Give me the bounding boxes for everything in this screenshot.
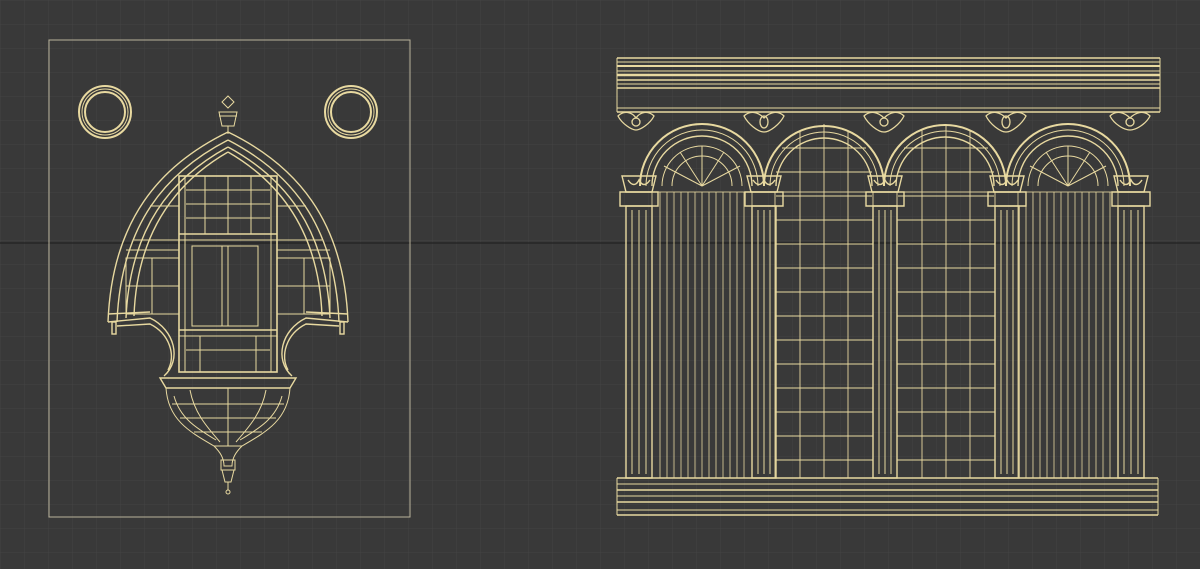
curtain-panel-right	[1017, 191, 1119, 479]
curtain-panel-left	[651, 191, 753, 479]
cad-viewport[interactable]	[0, 0, 1200, 569]
